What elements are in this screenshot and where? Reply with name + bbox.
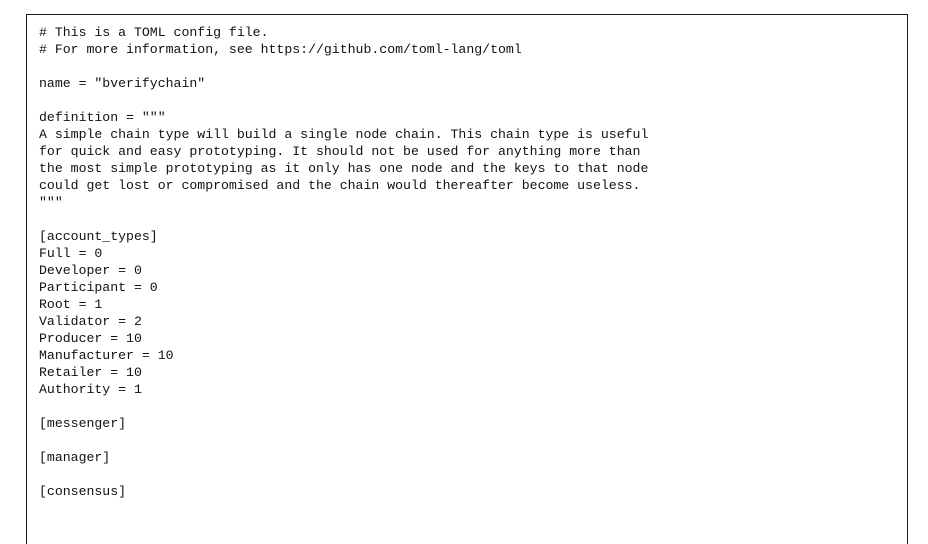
account-type-line: Participant = 0: [39, 280, 158, 295]
section-header-account-types: [account_types]: [39, 229, 158, 244]
comment-line: # For more information, see https://gith…: [39, 42, 522, 57]
definition-text-line: the most simple prototyping as it only h…: [39, 161, 649, 176]
account-type-line: Retailer = 10: [39, 365, 142, 380]
account-type-line: Producer = 10: [39, 331, 142, 346]
section-header-messenger: [messenger]: [39, 416, 127, 431]
account-type-line: Developer = 0: [39, 263, 142, 278]
definition-text-line: A simple chain type will build a single …: [39, 127, 649, 142]
definition-text-line: for quick and easy prototyping. It shoul…: [39, 144, 641, 159]
definition-text-line: could get lost or compromised and the ch…: [39, 178, 641, 193]
section-header-manager: [manager]: [39, 450, 111, 465]
toml-config-text: # This is a TOML config file. # For more…: [39, 24, 648, 500]
code-viewer: # This is a TOML config file. # For more…: [26, 14, 908, 544]
account-type-line: Full = 0: [39, 246, 103, 261]
name-setting-line: name = "bverifychain": [39, 76, 206, 91]
account-type-line: Validator = 2: [39, 314, 142, 329]
account-type-line: Manufacturer = 10: [39, 348, 174, 363]
account-type-line: Root = 1: [39, 297, 103, 312]
definition-end-line: """: [39, 195, 63, 210]
section-header-consensus: [consensus]: [39, 484, 127, 499]
definition-key-line: definition = """: [39, 110, 166, 125]
account-type-line: Authority = 1: [39, 382, 142, 397]
comment-line: # This is a TOML config file.: [39, 25, 269, 40]
